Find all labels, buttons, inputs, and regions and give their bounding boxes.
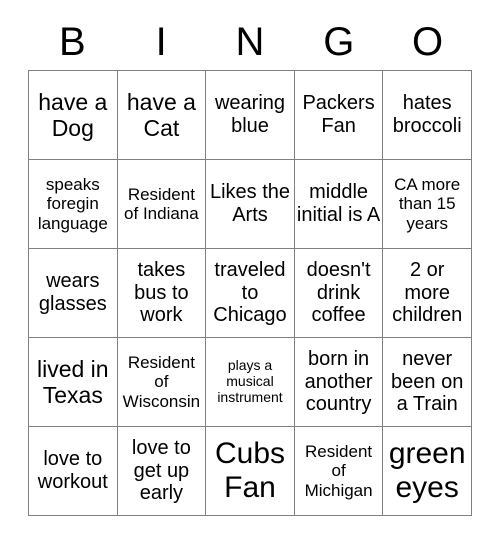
bingo-cell-r3c4[interactable]: doesn't drink coffee bbox=[294, 249, 384, 338]
bingo-cell-r5c3[interactable]: Cubs Fan bbox=[206, 427, 295, 516]
bingo-cell-label: Cubs Fan bbox=[214, 436, 286, 504]
bingo-header-row: BINGO bbox=[28, 14, 472, 70]
bingo-cell-r3c2[interactable]: takes bus to work bbox=[117, 249, 207, 338]
bingo-cell-r1c5[interactable]: hates broccoli bbox=[383, 71, 472, 160]
bingo-cell-r2c4[interactable]: middle initial is A bbox=[294, 160, 384, 249]
bingo-cell-r5c4[interactable]: Resident of Michigan bbox=[294, 427, 384, 516]
bingo-cell-label: takes bus to work bbox=[134, 258, 189, 327]
bingo-cell-label: lived in Texas bbox=[36, 355, 109, 408]
bingo-cell-label: middle initial is A bbox=[296, 181, 381, 226]
bingo-cell-r3c1[interactable]: wears glasses bbox=[29, 249, 118, 338]
bingo-cell-r4c2[interactable]: Resident of Wisconsin bbox=[117, 338, 207, 427]
bingo-cell-label: Resident of Michigan bbox=[304, 441, 373, 500]
bingo-cell-r1c2[interactable]: have a Cat bbox=[117, 71, 207, 160]
bingo-card: B I N G O have a Dog have a Cat wearing blue Pa… bbox=[0, 0, 500, 544]
bingo-cell-label: wears glasses bbox=[38, 270, 107, 315]
bingo-cell-label: wearing blue bbox=[214, 92, 286, 137]
bingo-cell-label: Packers Fan bbox=[302, 92, 375, 137]
bingo-cell-r2c5[interactable]: CA more than 15 years bbox=[383, 160, 472, 249]
bingo-header-letter-3: N bbox=[235, 20, 265, 64]
bingo-cell-r2c2[interactable]: Resident of Indiana bbox=[117, 160, 207, 249]
bingo-cell-label: have a Cat bbox=[126, 88, 196, 141]
bingo-cell-r4c4[interactable]: born in another country bbox=[294, 338, 384, 427]
bingo-cell-label: plays a musical instrument bbox=[217, 357, 283, 405]
bingo-grid: have a Dog have a Cat wearing blue Packers … bbox=[28, 70, 472, 516]
bingo-cell-label: Resident of Wisconsin bbox=[122, 352, 201, 411]
bingo-cell-r5c1[interactable]: love to workout bbox=[29, 427, 118, 516]
bingo-cell-label: Resident of Indiana bbox=[124, 184, 199, 223]
bingo-cell-label: speaks foregin language bbox=[37, 174, 108, 233]
bingo-cell-r4c3[interactable]: plays a musical instrument bbox=[206, 338, 295, 427]
bingo-cell-label: traveled to Chicago bbox=[213, 258, 287, 327]
bingo-cell-label: have a Dog bbox=[38, 88, 108, 141]
bingo-cell-label: love to workout bbox=[37, 448, 108, 493]
bingo-header-letter-5: O bbox=[412, 20, 444, 64]
bingo-cell-r1c1[interactable]: have a Dog bbox=[29, 71, 118, 160]
bingo-cell-label: never been on a Train bbox=[391, 347, 464, 416]
bingo-cell-r1c4[interactable]: Packers Fan bbox=[294, 71, 384, 160]
bingo-cell-r1c3[interactable]: wearing blue bbox=[206, 71, 295, 160]
bingo-cell-label: doesn't drink coffee bbox=[306, 258, 371, 327]
bingo-header-letter-2: I bbox=[155, 20, 167, 64]
bingo-cell-label: Likes the Arts bbox=[209, 181, 291, 226]
bingo-cell-label: CA more than 15 years bbox=[394, 174, 461, 233]
bingo-cell-r2c1[interactable]: speaks foregin language bbox=[29, 160, 118, 249]
bingo-cell-label: born in another country bbox=[304, 347, 373, 416]
bingo-cell-label: green eyes bbox=[388, 436, 466, 504]
bingo-cell-label: 2 or more children bbox=[392, 258, 463, 327]
bingo-cell-r5c2[interactable]: love to get up early bbox=[117, 427, 207, 516]
bingo-cell-label: hates broccoli bbox=[392, 92, 462, 137]
bingo-cell-r2c3[interactable]: Likes the Arts bbox=[206, 160, 295, 249]
bingo-header-letter-1: B bbox=[59, 20, 86, 64]
bingo-cell-label: love to get up early bbox=[131, 436, 191, 505]
bingo-cell-r5c5[interactable]: green eyes bbox=[383, 427, 472, 516]
bingo-cell-r4c5[interactable]: never been on a Train bbox=[383, 338, 472, 427]
bingo-header-letter-4: G bbox=[323, 20, 355, 64]
bingo-cell-r4c1[interactable]: lived in Texas bbox=[29, 338, 118, 427]
bingo-cell-r3c5[interactable]: 2 or more children bbox=[383, 249, 472, 338]
bingo-cell-r3c3[interactable]: traveled to Chicago bbox=[206, 249, 295, 338]
